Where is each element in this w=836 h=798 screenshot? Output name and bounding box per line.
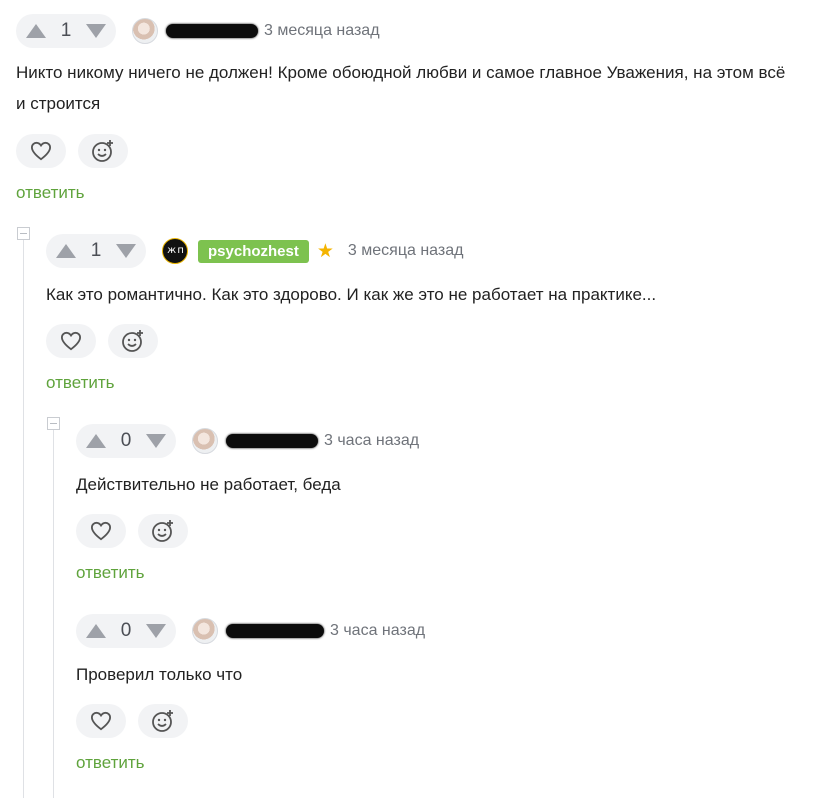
comment-time: 3 месяца назад bbox=[264, 22, 380, 39]
reply-link[interactable]: ответить bbox=[46, 373, 115, 393]
heart-icon bbox=[30, 141, 52, 161]
arrow-down-icon[interactable] bbox=[145, 624, 166, 638]
arrow-down-icon[interactable] bbox=[85, 24, 106, 38]
vote-count: 1 bbox=[60, 20, 72, 41]
arrow-up-icon[interactable] bbox=[86, 434, 106, 448]
comment-actions bbox=[16, 134, 128, 168]
heart-icon bbox=[60, 331, 82, 351]
vote-control: 0 bbox=[76, 424, 176, 458]
collapse-thread-button[interactable] bbox=[17, 227, 30, 240]
comment-header: 0 3 часа назад bbox=[76, 613, 425, 649]
thread-line bbox=[53, 430, 54, 798]
avatar[interactable] bbox=[192, 428, 218, 454]
comment-text: Проверил только что bbox=[76, 665, 243, 684]
comment-text: Как это романтично. Как это здорово. И к… bbox=[46, 285, 657, 304]
add-reaction-button[interactable] bbox=[138, 514, 188, 548]
like-button[interactable] bbox=[16, 134, 66, 168]
comment-actions bbox=[46, 324, 158, 358]
redacted-username bbox=[226, 434, 318, 448]
star-icon: ★ bbox=[316, 240, 334, 262]
smiley-plus-icon bbox=[152, 520, 173, 542]
redacted-username bbox=[226, 624, 324, 638]
author-nickname[interactable]: psychozhest bbox=[198, 239, 309, 263]
heart-icon bbox=[90, 711, 112, 731]
reply-link[interactable]: ответить bbox=[16, 183, 85, 203]
arrow-down-icon[interactable] bbox=[115, 244, 136, 258]
vote-count: 0 bbox=[120, 430, 132, 451]
smiley-plus-icon bbox=[152, 710, 173, 732]
reply-link[interactable]: ответить bbox=[76, 563, 145, 583]
collapse-thread-button[interactable] bbox=[47, 417, 60, 430]
vote-count: 1 bbox=[90, 240, 102, 261]
comment-time: 3 месяца назад bbox=[347, 242, 464, 259]
thread-line bbox=[23, 240, 24, 798]
add-reaction-button[interactable] bbox=[78, 134, 128, 168]
smiley-plus-icon bbox=[122, 330, 143, 352]
comment-text-line: Никто никому ничего не должен! Кроме обо… bbox=[16, 63, 786, 82]
smiley-plus-icon bbox=[92, 140, 113, 162]
comment-text: Никто никому ничего не должен! Кроме обо… bbox=[16, 57, 785, 119]
avatar[interactable] bbox=[192, 618, 218, 644]
arrow-down-icon[interactable] bbox=[145, 434, 166, 448]
add-reaction-button[interactable] bbox=[138, 704, 188, 738]
comment-actions bbox=[76, 704, 188, 738]
add-reaction-button[interactable] bbox=[108, 324, 158, 358]
vote-count: 0 bbox=[120, 620, 132, 641]
comment-actions bbox=[76, 514, 188, 548]
comment-header: 1 3 месяца назад bbox=[16, 13, 380, 49]
like-button[interactable] bbox=[46, 324, 96, 358]
comment-time: 3 часа назад bbox=[330, 622, 426, 639]
comment-time: 3 часа назад bbox=[324, 432, 420, 449]
vote-control: 0 bbox=[76, 614, 176, 648]
arrow-up-icon[interactable] bbox=[56, 244, 76, 258]
arrow-up-icon[interactable] bbox=[26, 24, 46, 38]
comment-text-line: и строится bbox=[16, 94, 101, 113]
heart-icon bbox=[90, 521, 112, 541]
redacted-username bbox=[166, 24, 258, 38]
like-button[interactable] bbox=[76, 514, 126, 548]
vote-control: 1 bbox=[46, 234, 146, 268]
comment-header: 1 ж п psychozhest ★ 3 месяца назад bbox=[46, 233, 463, 269]
arrow-up-icon[interactable] bbox=[86, 624, 106, 638]
avatar[interactable] bbox=[132, 18, 158, 44]
reply-link[interactable]: ответить bbox=[76, 753, 145, 773]
comment-header: 0 3 часа назад bbox=[76, 423, 419, 459]
like-button[interactable] bbox=[76, 704, 126, 738]
avatar[interactable]: ж п bbox=[162, 238, 188, 264]
vote-control: 1 bbox=[16, 14, 116, 48]
comment-text: Действительно не работает, беда bbox=[76, 475, 341, 494]
